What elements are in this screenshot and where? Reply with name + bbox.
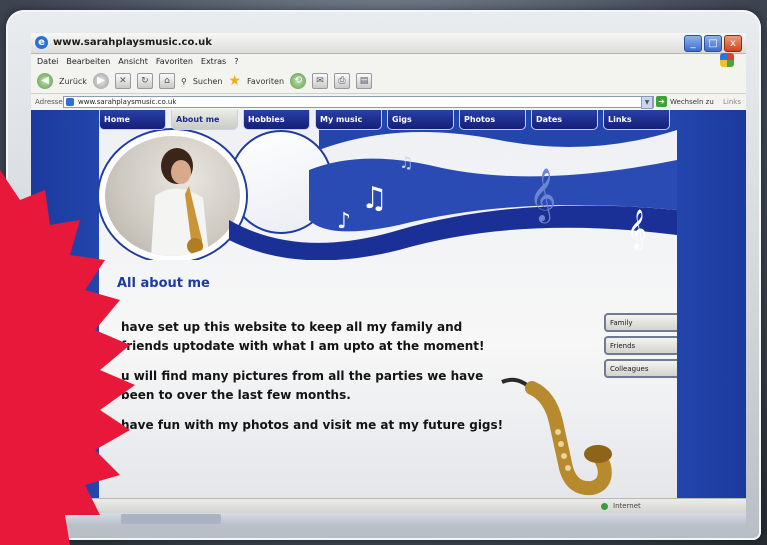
red-starburst-decoration [0, 170, 135, 545]
site-nav: Home About me Hobbies My music Gigs Phot… [99, 110, 677, 132]
nav-my-music[interactable]: My music [315, 110, 382, 130]
side-menu-label: Friends [610, 342, 636, 350]
go-arrow-icon[interactable]: ➔ [656, 96, 667, 107]
edit-icon[interactable]: ▤ [356, 73, 373, 89]
menu-bearbeiten[interactable]: Bearbeiten [66, 54, 110, 69]
home-icon[interactable]: ⌂ [158, 73, 175, 89]
wave-decoration: ♫ ♪ ♫ 𝄞 𝄞 [229, 110, 677, 260]
back-button-label[interactable]: Zurück [59, 77, 87, 86]
forward-arrow-icon[interactable]: ▶ [92, 73, 109, 89]
internet-zone-icon [601, 503, 608, 510]
url-dropdown-icon[interactable]: ▼ [641, 96, 653, 109]
refresh-icon[interactable]: ↻ [136, 73, 153, 89]
favorites-button-label[interactable]: Favoriten [247, 77, 284, 86]
go-button-label[interactable]: Wechseln zu [670, 98, 714, 106]
windows-logo-icon [720, 53, 734, 67]
window-controls: _ □ x [684, 35, 742, 52]
back-arrow-icon[interactable]: ◀ [37, 73, 53, 89]
side-menu-family[interactable]: Family ♫ [604, 313, 677, 332]
page-content: ♫ ♪ ♫ 𝄞 𝄞 Home About me Hobbies My music… [99, 110, 677, 498]
treble-clef-icon: 𝄞 [627, 209, 647, 250]
close-button[interactable]: x [724, 35, 742, 52]
header-banner: ♫ ♪ ♫ 𝄞 𝄞 Home About me Hobbies My music… [99, 110, 677, 260]
search-button-label[interactable]: Suchen [193, 77, 223, 86]
menu-help[interactable]: ? [234, 54, 238, 69]
nav-gigs[interactable]: Gigs [387, 110, 454, 130]
title-bar: e www.sarahplaysmusic.co.uk _ □ x [31, 33, 746, 54]
mail-icon[interactable]: ✉ [312, 73, 329, 89]
minimize-button[interactable]: _ [684, 35, 702, 52]
print-icon[interactable]: ⎙ [334, 73, 351, 89]
menu-bar: Datei Bearbeiten Ansicht Favoriten Extra… [31, 54, 746, 69]
url-input[interactable]: www.sarahplaysmusic.co.uk [63, 96, 654, 108]
links-label[interactable]: Links [723, 98, 741, 106]
side-menu-friends[interactable]: Friends ♫ [604, 336, 677, 355]
maximize-button[interactable]: □ [704, 35, 722, 52]
zone-label: Internet [613, 502, 641, 510]
stop-icon[interactable]: ✕ [114, 73, 131, 89]
window-title: www.sarahplaysmusic.co.uk [53, 37, 212, 48]
favorites-star-icon[interactable]: ★ [228, 74, 241, 88]
music-note-icon: ♪ [337, 209, 351, 234]
address-label: Adresse [35, 98, 63, 106]
ie-logo-icon: e [35, 36, 48, 49]
page-icon [66, 98, 74, 106]
nav-photos[interactable]: Photos [459, 110, 526, 130]
nav-dates[interactable]: Dates [531, 110, 598, 130]
nav-about-me[interactable]: About me [171, 110, 238, 130]
treble-clef-icon: 𝄞 [529, 167, 556, 223]
search-icon[interactable]: ⚲ [181, 77, 187, 86]
menu-datei[interactable]: Datei [37, 54, 58, 69]
menu-favoriten[interactable]: Favoriten [156, 54, 193, 69]
address-bar: Adresse www.sarahplaysmusic.co.uk ▼ ➔ We… [31, 93, 746, 111]
nav-home[interactable]: Home [99, 110, 166, 130]
history-icon[interactable]: ⟲ [290, 73, 307, 89]
saxophone-image [501, 377, 612, 496]
nav-hobbies[interactable]: Hobbies [243, 110, 310, 130]
side-menu-label: Family [610, 319, 633, 327]
menu-ansicht[interactable]: Ansicht [118, 54, 148, 69]
nav-links[interactable]: Links [603, 110, 670, 130]
toolbar: ◀ Zurück ▶ ✕ ↻ ⌂ ⚲ Suchen ★ Favoriten ⟲ … [31, 70, 746, 92]
menu-extras[interactable]: Extras [201, 54, 226, 69]
music-note-icon: ♫ [361, 181, 388, 216]
music-note-icon: ♫ [399, 153, 413, 172]
